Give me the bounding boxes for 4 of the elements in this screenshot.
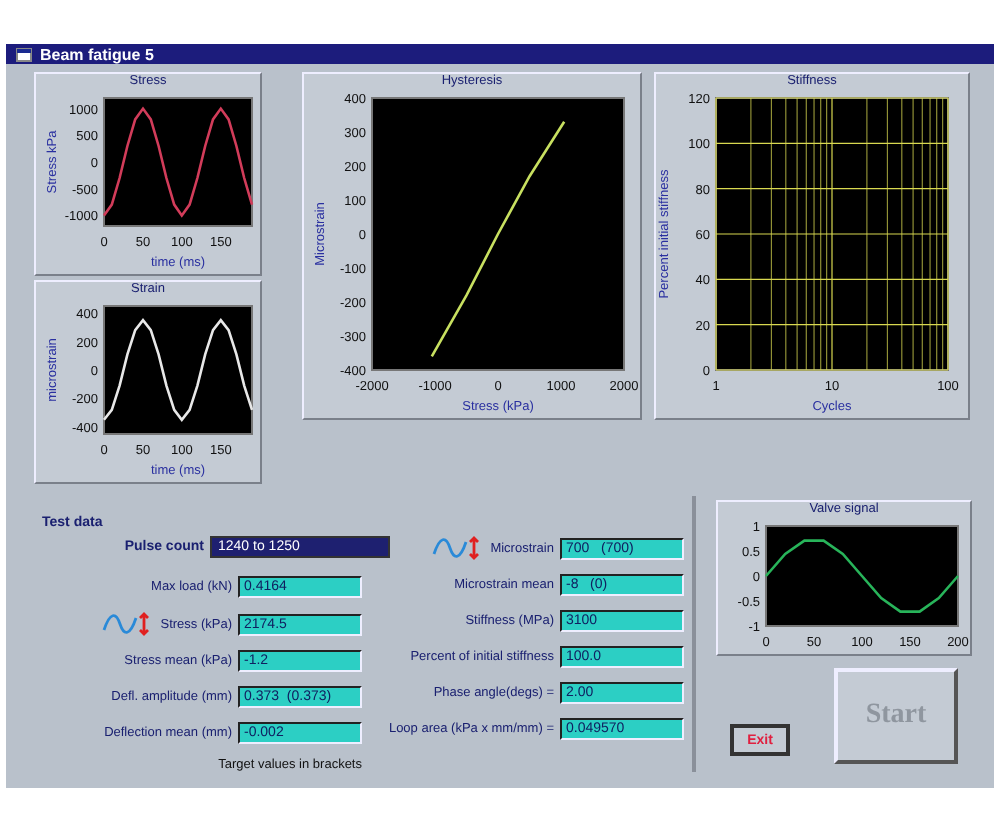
- window-title: Beam fatigue 5: [40, 45, 154, 63]
- wave-arrow-icon: [102, 612, 155, 636]
- window-icon: [16, 47, 32, 61]
- wave-arrow-icon: [432, 536, 485, 560]
